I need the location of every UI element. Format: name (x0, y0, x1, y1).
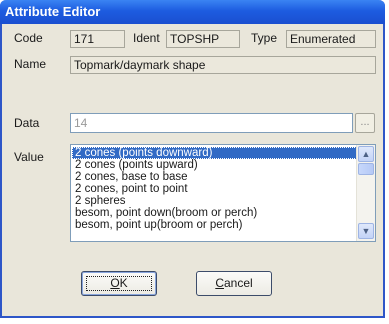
data-input[interactable]: 14 (70, 113, 353, 133)
data-browse-button[interactable]: ... (355, 113, 375, 133)
cancel-label-rest: ancel (223, 276, 253, 290)
type-field: Enumerated (286, 30, 376, 48)
list-item[interactable]: 2 cones (points upward) (72, 159, 357, 171)
list-item[interactable]: besom, point up(broom or perch) (72, 219, 357, 231)
value-label: Value (14, 150, 44, 164)
name-field: Topmark/daymark shape (70, 56, 376, 74)
list-item[interactable]: 2 cones, point to point (72, 183, 357, 195)
window-title: Attribute Editor (5, 4, 101, 19)
ident-label: Ident (133, 31, 160, 45)
cancel-button[interactable]: Cancel (196, 271, 272, 296)
cancel-accelerator: C (215, 276, 224, 290)
scroll-up-icon[interactable]: ▲ (358, 146, 374, 162)
code-label: Code (14, 31, 43, 45)
attribute-editor-dialog: Attribute Editor Code 171 Ident TOPSHP T… (0, 0, 385, 318)
list-item[interactable]: besom, point down(broom or perch) (72, 207, 357, 219)
title-bar[interactable]: Attribute Editor (0, 0, 385, 24)
list-item[interactable]: 2 cones (points downward) (72, 147, 357, 159)
focus-rectangle (86, 276, 152, 291)
code-field: 171 (70, 30, 125, 48)
ident-field: TOPSHP (166, 30, 240, 48)
type-label: Type (251, 31, 278, 45)
data-label: Data (14, 116, 40, 130)
value-list-items: 2 cones (points downward) 2 cones (points… (72, 147, 357, 231)
value-list-scrollbar[interactable]: ▲ ▼ (356, 145, 375, 241)
scroll-thumb[interactable] (358, 163, 374, 175)
ok-button[interactable]: OK (81, 271, 157, 296)
value-listbox[interactable]: 2 cones (points downward) 2 cones (points… (70, 144, 376, 242)
scroll-down-icon[interactable]: ▼ (358, 223, 374, 239)
list-item[interactable]: 2 spheres (72, 195, 357, 207)
name-label: Name (14, 57, 47, 71)
list-item[interactable]: 2 cones, base to base (72, 171, 357, 183)
